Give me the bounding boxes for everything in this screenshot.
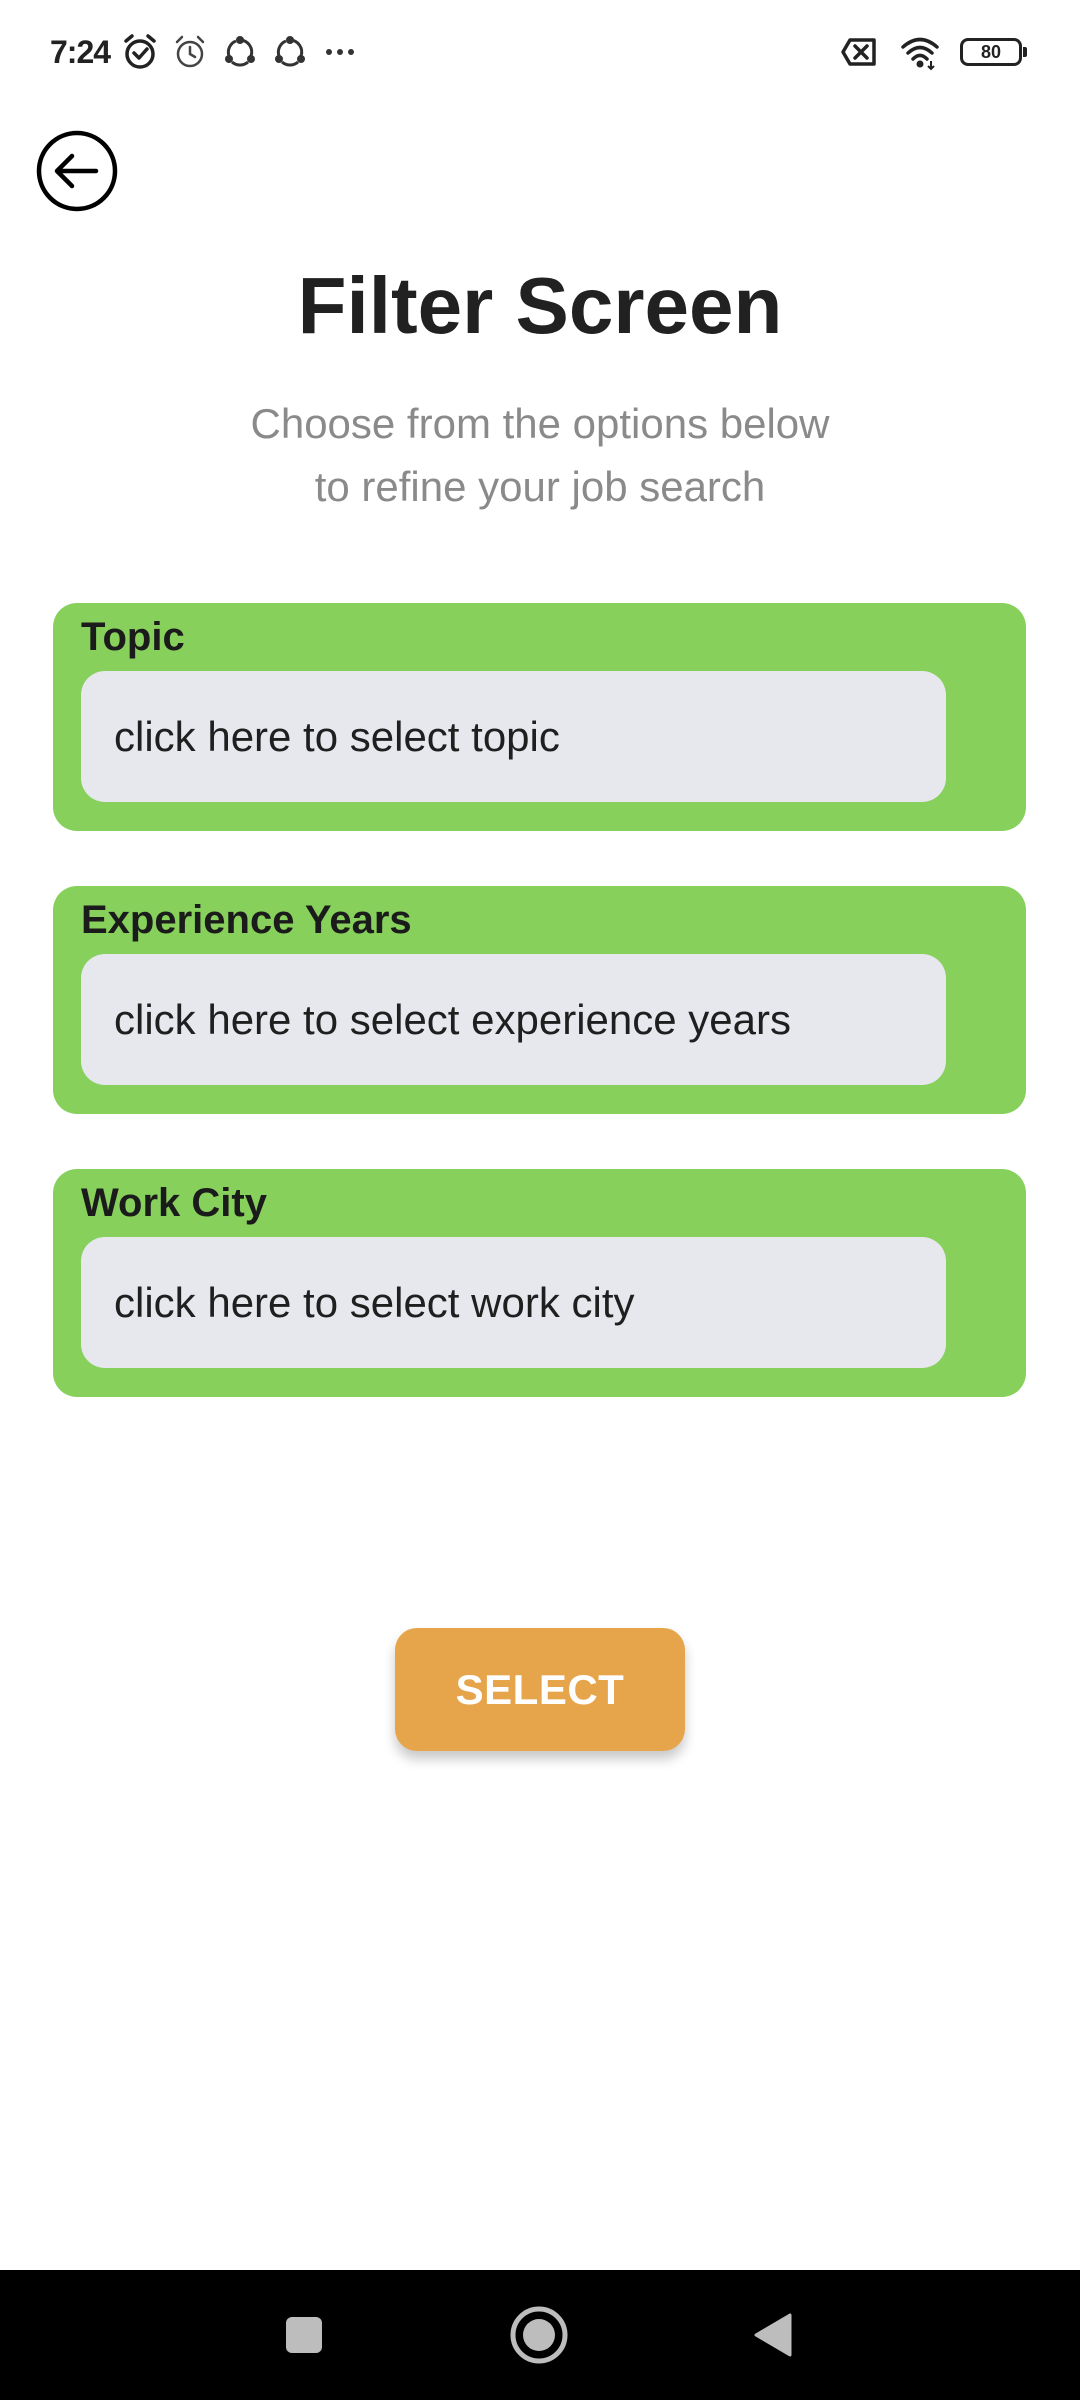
no-sim-icon bbox=[840, 32, 880, 72]
topic-filter-card: Topic click here to select topic bbox=[53, 603, 1026, 831]
back-arrow-icon bbox=[36, 130, 118, 212]
experience-filter-card: Experience Years click here to select ex… bbox=[53, 886, 1026, 1114]
sync-icon bbox=[270, 32, 310, 72]
alarm-icon bbox=[170, 32, 210, 72]
back-button[interactable] bbox=[36, 130, 118, 212]
more-dots-icon bbox=[320, 32, 360, 72]
subtitle-line-2: to refine your job search bbox=[314, 463, 766, 510]
status-bar: 7:24 80 bbox=[0, 0, 1080, 100]
topic-select-field[interactable]: click here to select topic bbox=[81, 671, 946, 802]
battery-icon: 80 bbox=[960, 38, 1027, 66]
experience-years-select-field[interactable]: click here to select experience years bbox=[81, 954, 946, 1085]
navigation-bar bbox=[0, 2270, 1080, 2400]
subtitle-line-1: Choose from the options below bbox=[250, 400, 830, 447]
status-bar-right: 80 bbox=[840, 30, 1027, 74]
battery-level: 80 bbox=[980, 41, 1002, 62]
topic-label: Topic bbox=[81, 615, 185, 659]
wifi-icon bbox=[900, 32, 940, 72]
recent-apps-icon bbox=[286, 2317, 322, 2353]
page-subtitle: Choose from the options below to refine … bbox=[140, 392, 940, 518]
status-bar-left: 7:24 bbox=[50, 30, 360, 74]
page-title: Filter Screen bbox=[297, 261, 783, 350]
nav-back-button[interactable] bbox=[728, 2290, 818, 2380]
experience-years-label: Experience Years bbox=[81, 898, 412, 942]
status-time: 7:24 bbox=[50, 33, 111, 70]
alarm-clock-icon bbox=[120, 32, 160, 72]
work-city-select-field[interactable]: click here to select work city bbox=[81, 1237, 946, 1368]
work-city-filter-card: Work City click here to select work city bbox=[53, 1169, 1026, 1397]
select-button[interactable]: SELECT bbox=[395, 1628, 685, 1751]
sync-icon bbox=[220, 32, 260, 72]
back-triangle-icon bbox=[754, 2313, 792, 2357]
home-icon bbox=[510, 2306, 568, 2364]
work-city-label: Work City bbox=[81, 1181, 267, 1225]
home-button[interactable] bbox=[494, 2290, 584, 2380]
recent-apps-button[interactable] bbox=[259, 2290, 349, 2380]
